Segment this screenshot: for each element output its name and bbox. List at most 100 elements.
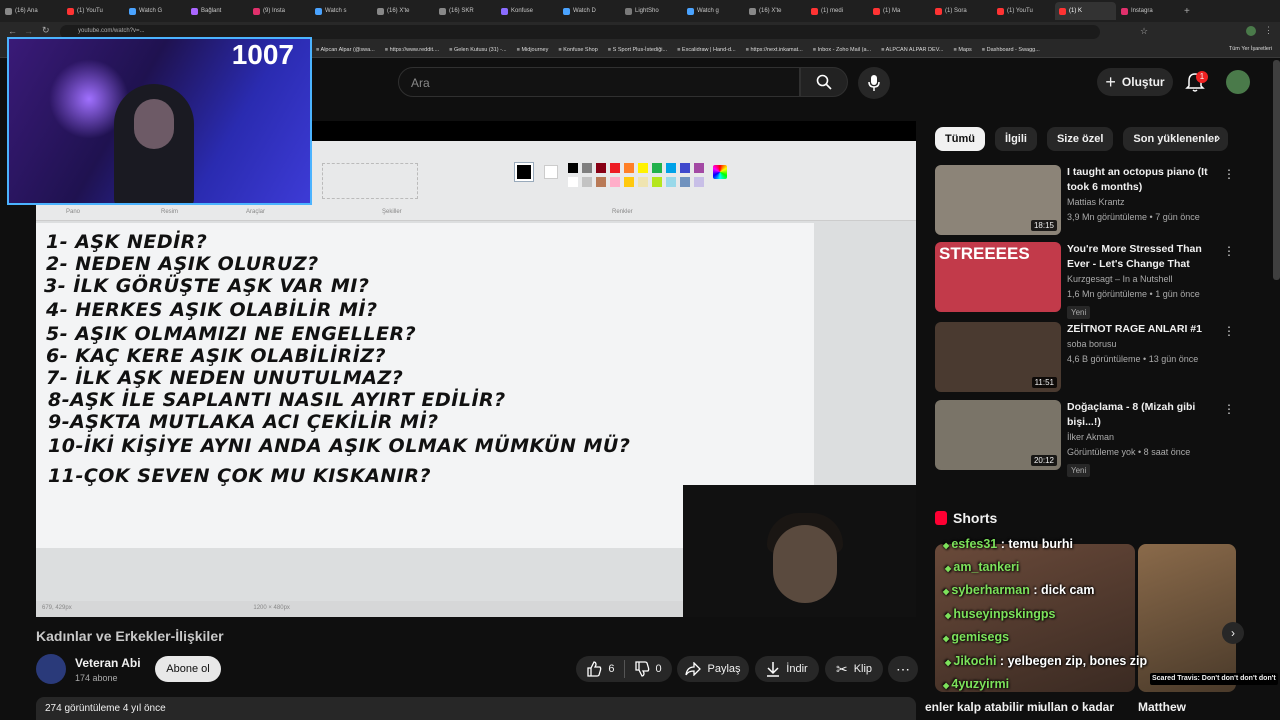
video-title-link[interactable]: ZEİTNOT RAGE ANLARI #1 xyxy=(1067,322,1219,337)
bookmark-item[interactable]: Excalidraw | Hand-d... xyxy=(677,47,736,53)
browser-tab[interactable]: (16) SKR xyxy=(435,2,496,20)
more-options-icon[interactable]: ⋮ xyxy=(1223,402,1235,416)
short-caption: Scared Travis: Don't don't don't don't xyxy=(1150,673,1278,685)
description-box[interactable]: 274 görüntüleme 4 yıl önce xyxy=(36,697,916,720)
star-icon[interactable]: ☆ xyxy=(1140,26,1148,37)
browser-tab[interactable]: (16) X'te xyxy=(745,2,806,20)
bookmark-item[interactable]: Konfuse Shop xyxy=(558,47,598,53)
create-button[interactable]: + Oluştur xyxy=(1097,68,1173,96)
chevron-right-icon[interactable]: › xyxy=(1222,622,1244,644)
video-thumbnail[interactable]: 11:51 xyxy=(935,322,1061,392)
more-actions-button[interactable]: ⋯ xyxy=(888,656,918,682)
more-options-icon[interactable]: ⋮ xyxy=(1223,167,1235,181)
browser-tab[interactable]: LightSho xyxy=(621,2,682,20)
short-title[interactable]: enler kalp atabilir mi xyxy=(925,700,1041,714)
video-thumbnail[interactable]: 18:15 xyxy=(935,165,1061,235)
bookmark-item[interactable]: S Sport Plus-İstediği... xyxy=(608,47,667,53)
bookmark-item[interactable]: Inbox - Zoho Mail (a... xyxy=(813,47,872,53)
bookmark-item[interactable]: https://next.inkamat... xyxy=(746,47,802,53)
browser-tab[interactable]: Watch g xyxy=(683,2,744,20)
short-video-thumb[interactable] xyxy=(1138,544,1236,692)
browser-tab[interactable]: Instagra xyxy=(1117,2,1178,20)
more-options-icon[interactable]: ⋮ xyxy=(1223,244,1235,258)
browser-tab[interactable]: (1) K xyxy=(1055,2,1116,20)
filter-chips: Tümü İlgili Size özel Son yüklenenler xyxy=(935,127,1229,151)
tab-favicon-icon xyxy=(997,7,1004,15)
forward-icon[interactable]: → xyxy=(24,26,33,36)
all-bookmarks-link[interactable]: Tüm Yer İşaretleri xyxy=(1229,46,1272,52)
voice-search-button[interactable] xyxy=(858,67,890,99)
browser-tab[interactable]: (1) YouTu xyxy=(993,2,1054,20)
channel-name[interactable]: Kurzgesagt – In a Nutshell xyxy=(1067,274,1173,284)
browser-tab[interactable]: (1) YouTu xyxy=(63,2,124,20)
search-button[interactable] xyxy=(800,67,848,97)
browser-tab[interactable]: (1) Ma xyxy=(869,2,930,20)
share-button[interactable]: Paylaş xyxy=(677,656,749,682)
bookmark-item[interactable]: Alpcan Alpar (@swa... xyxy=(316,47,375,53)
chevron-right-icon[interactable]: › xyxy=(1208,129,1228,149)
new-tab-icon[interactable]: + xyxy=(1184,6,1190,17)
bookmark-item[interactable]: ALPCAN ALPAR DEV... xyxy=(881,47,944,53)
search-input[interactable]: Ara xyxy=(398,67,800,97)
new-badge: Yeni xyxy=(1067,464,1091,477)
short-title[interactable]: ullan o kadar xyxy=(1040,700,1114,714)
browser-tab[interactable]: Bağlant xyxy=(187,2,248,20)
browser-tab[interactable]: (1) Sora xyxy=(931,2,992,20)
chat-message: ◆ esfes31 : temu burhi xyxy=(943,537,1073,551)
bookmark-item[interactable]: Gelen Kutusu (31) -... xyxy=(449,47,507,53)
color-swatch xyxy=(568,163,578,173)
tab-label: Watch s xyxy=(325,8,347,14)
browser-tab[interactable]: (1) medi xyxy=(807,2,868,20)
video-thumbnail[interactable]: 20:12 xyxy=(935,400,1061,470)
recommended-video[interactable]: 11:51 ZEİTNOT RAGE ANLARI #1 soba borusu 4,… xyxy=(935,322,1235,392)
channel-name[interactable]: soba borusu xyxy=(1067,339,1117,349)
channel-name[interactable]: İlker Akman xyxy=(1067,432,1114,442)
browser-tab[interactable]: Watch s xyxy=(311,2,372,20)
edit-colors-icon xyxy=(713,165,727,179)
browser-tab[interactable]: (16) X'te xyxy=(373,2,434,20)
video-title-link[interactable]: You're More Stressed Than Ever - Let's C… xyxy=(1067,242,1219,272)
recommended-video[interactable]: STREEEES You're More Stressed Than Ever -… xyxy=(935,242,1235,319)
chat-username: am_tankeri xyxy=(953,560,1020,574)
dislike-button[interactable]: 0 xyxy=(634,661,662,677)
profile-icon[interactable] xyxy=(1246,26,1256,36)
chat-message: ◆ huseyinpskingps xyxy=(945,607,1055,621)
channel-name[interactable]: Mattias Krantz xyxy=(1067,197,1125,207)
video-thumbnail[interactable]: STREEEES xyxy=(935,242,1061,312)
filter-chip[interactable]: Tümü xyxy=(935,127,985,151)
more-options-icon[interactable]: ⋮ xyxy=(1223,324,1235,338)
back-icon[interactable]: ← xyxy=(8,26,17,36)
bookmark-item[interactable]: Dashboard - Swagg... xyxy=(982,47,1040,53)
browser-tab[interactable]: Konfuse xyxy=(497,2,558,20)
video-title-link[interactable]: I taught an octopus piano (It took 6 mon… xyxy=(1067,165,1219,195)
chat-separator: : xyxy=(997,537,1009,551)
recommended-video[interactable]: 18:15 I taught an octopus piano (It took … xyxy=(935,165,1235,235)
account-avatar[interactable] xyxy=(1226,70,1250,94)
page-scrollbar[interactable] xyxy=(1273,60,1280,280)
browser-tab[interactable]: Watch D xyxy=(559,2,620,20)
chat-separator: : xyxy=(996,654,1008,668)
bookmark-item[interactable]: Maps xyxy=(953,47,971,53)
subscribe-button[interactable]: Abone ol xyxy=(155,656,221,682)
download-button[interactable]: İndir xyxy=(755,656,819,682)
channel-avatar[interactable] xyxy=(36,654,66,684)
recommended-video[interactable]: 20:12 Doğaçlama - 8 (Mizah gibi bişi...!)… xyxy=(935,400,1235,477)
menu-icon[interactable]: ⋮ xyxy=(1264,25,1273,36)
reload-icon[interactable]: ↻ xyxy=(42,25,50,36)
bookmark-item[interactable]: Midjourney xyxy=(517,47,548,53)
channel-name[interactable]: Veteran Abi xyxy=(75,656,141,670)
browser-tab[interactable]: (16) Ana xyxy=(1,2,62,20)
bookmark-item[interactable]: https://www.reddit.... xyxy=(385,47,440,53)
like-button[interactable]: 6 xyxy=(586,661,615,677)
color-swatch xyxy=(624,163,634,173)
browser-tab[interactable]: (9) Insta xyxy=(249,2,310,20)
filter-chip[interactable]: İlgili xyxy=(994,127,1037,151)
tab-favicon-icon xyxy=(625,7,632,15)
tab-favicon-icon xyxy=(1121,7,1128,15)
filter-chip[interactable]: Size özel xyxy=(1046,127,1114,151)
short-title[interactable]: Matthew xyxy=(1138,700,1186,714)
browser-tab[interactable]: Watch G xyxy=(125,2,186,20)
tab-favicon-icon xyxy=(439,7,446,15)
video-title-link[interactable]: Doğaçlama - 8 (Mizah gibi bişi...!) xyxy=(1067,400,1219,430)
clip-button[interactable]: ✂ Klip xyxy=(825,656,883,682)
